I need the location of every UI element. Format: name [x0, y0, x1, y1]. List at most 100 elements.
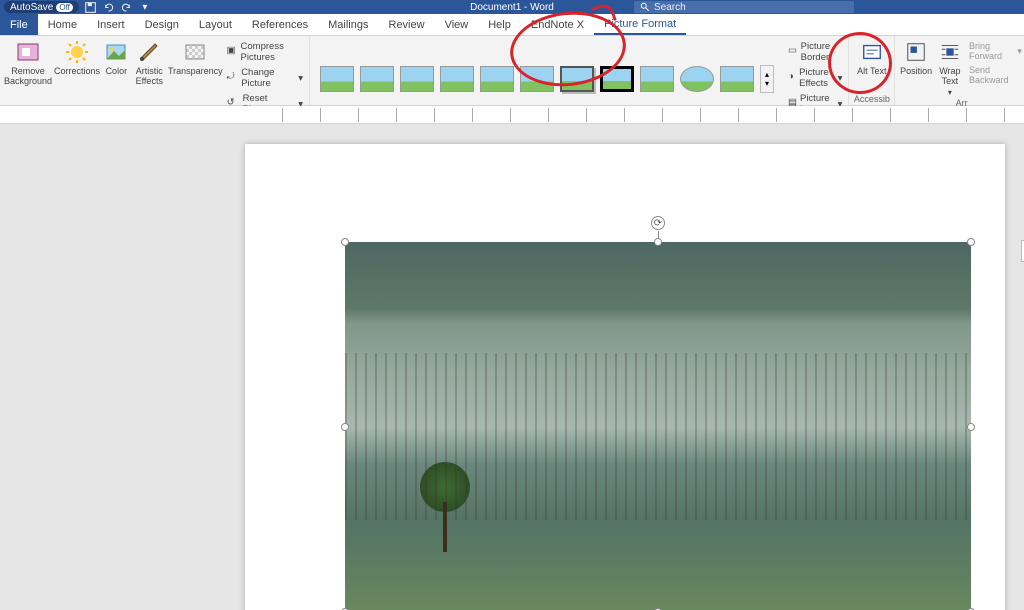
send-backward-label: Send Backward	[969, 65, 1022, 85]
artistic-effects-label: Artistic Effects	[133, 66, 166, 86]
compress-label: Compress Pictures	[241, 41, 303, 63]
wrap-text-button[interactable]: Wrap Text ▾	[935, 38, 965, 97]
compress-pictures-button[interactable]: ▣Compress Pictures	[225, 40, 305, 64]
undo-icon[interactable]	[103, 1, 115, 13]
border-icon: ▭	[788, 45, 798, 59]
remove-background-icon	[16, 40, 40, 64]
style-thumb-1[interactable]	[320, 66, 354, 92]
artistic-effects-icon	[137, 40, 161, 64]
ribbon: Remove Background Corrections Color Arti…	[0, 36, 1024, 106]
remove-background-button[interactable]: Remove Background	[4, 38, 52, 86]
group-picture-styles: ▴▾ ▭Picture Border ◑Picture Effects▾ ▤Pi…	[310, 36, 849, 105]
resize-handle-nw[interactable]	[341, 238, 349, 246]
tab-endnote[interactable]: EndNote X	[521, 14, 594, 35]
save-icon[interactable]	[85, 1, 97, 13]
tab-view[interactable]: View	[435, 14, 479, 35]
style-thumb-8[interactable]	[600, 66, 634, 92]
resize-handle-n[interactable]	[654, 238, 662, 246]
search-placeholder: Search	[654, 2, 686, 13]
style-thumb-5[interactable]	[480, 66, 514, 92]
change-picture-button[interactable]: ⤾Change Picture▾	[225, 66, 305, 90]
tab-file[interactable]: File	[0, 14, 38, 35]
style-thumb-10[interactable]	[680, 66, 714, 92]
picture-border-label: Picture Border	[801, 41, 843, 63]
autosave-state: Off	[56, 3, 73, 12]
group-arrange: Position Wrap Text▾ Bring Forward▾ Send …	[895, 36, 1024, 105]
corrections-icon	[65, 40, 89, 64]
search-box[interactable]: Search	[634, 1, 854, 13]
style-thumb-3[interactable]	[400, 66, 434, 92]
tab-home[interactable]: Home	[38, 14, 87, 35]
picture-content	[345, 242, 971, 610]
send-backward-button[interactable]: Send Backward	[967, 64, 1024, 86]
qat-dropdown-icon[interactable]: ▾	[139, 1, 151, 13]
tab-design[interactable]: Design	[135, 14, 189, 35]
position-button[interactable]: Position	[899, 38, 932, 76]
picture-styles-gallery: ▴▾	[314, 61, 780, 93]
autosave-toggle[interactable]: AutoSave Off	[4, 1, 79, 13]
bring-forward-label: Bring Forward	[969, 41, 1014, 61]
style-thumb-11[interactable]	[720, 66, 754, 92]
corrections-button[interactable]: Corrections	[54, 38, 100, 76]
ribbon-tabs: File Home Insert Design Layout Reference…	[0, 14, 1024, 36]
tab-picture-format[interactable]: Picture Format	[594, 14, 686, 35]
position-label: Position	[900, 66, 932, 76]
page[interactable]: ⟳	[245, 144, 1005, 610]
horizontal-ruler[interactable]	[245, 108, 1024, 122]
resize-handle-ne[interactable]	[967, 238, 975, 246]
chevron-down-icon: ▾	[838, 73, 843, 84]
bring-forward-button[interactable]: Bring Forward▾	[967, 40, 1024, 62]
title-bar: AutoSave Off ▾ Document1 - Word Search	[0, 0, 1024, 14]
corrections-label: Corrections	[54, 66, 100, 76]
picture-effects-label: Picture Effects	[799, 67, 834, 89]
group-label-access: Accessib	[853, 93, 890, 105]
change-picture-label: Change Picture	[241, 67, 295, 89]
chevron-down-icon: ▾	[1017, 46, 1022, 57]
group-accessibility: Alt Text Accessib	[849, 36, 895, 105]
wrap-text-icon	[938, 40, 962, 64]
gallery-more-button[interactable]: ▴▾	[760, 65, 774, 93]
effects-icon: ◑	[788, 71, 796, 85]
style-thumb-4[interactable]	[440, 66, 474, 92]
chevron-down-icon: ▾	[298, 73, 303, 84]
transparency-button[interactable]: Transparency	[168, 38, 223, 76]
tab-insert[interactable]: Insert	[87, 14, 135, 35]
tab-layout[interactable]: Layout	[189, 14, 242, 35]
artistic-effects-button[interactable]: Artistic Effects	[133, 38, 166, 86]
document-area: ⟳	[0, 124, 1024, 610]
rotate-handle[interactable]: ⟳	[651, 216, 665, 230]
redo-icon[interactable]	[121, 1, 133, 13]
color-button[interactable]: Color	[102, 38, 131, 76]
alt-text-icon	[860, 40, 884, 64]
transparency-label: Transparency	[168, 66, 223, 76]
tab-references[interactable]: References	[242, 14, 318, 35]
transparency-icon	[183, 40, 207, 64]
chevron-down-icon: ▾	[948, 88, 952, 97]
position-icon	[904, 40, 928, 64]
alt-text-button[interactable]: Alt Text	[853, 38, 890, 76]
picture-border-button[interactable]: ▭Picture Border	[786, 40, 844, 64]
group-adjust: Remove Background Corrections Color Arti…	[0, 36, 310, 105]
search-icon	[640, 2, 650, 12]
alt-text-label: Alt Text	[857, 66, 886, 76]
resize-handle-e[interactable]	[967, 423, 975, 431]
tree-graphic	[415, 462, 475, 552]
selected-image[interactable]: ⟳	[345, 242, 971, 610]
change-picture-icon: ⤾	[227, 71, 239, 85]
style-thumb-6[interactable]	[520, 66, 554, 92]
ruler-area	[0, 106, 1024, 124]
tab-review[interactable]: Review	[379, 14, 435, 35]
resize-handle-w[interactable]	[341, 423, 349, 431]
tab-mailings[interactable]: Mailings	[318, 14, 378, 35]
autosave-label: AutoSave	[10, 2, 53, 13]
style-thumb-9[interactable]	[640, 66, 674, 92]
wrap-text-label: Wrap Text	[935, 66, 965, 86]
style-thumb-2[interactable]	[360, 66, 394, 92]
remove-background-label: Remove Background	[4, 66, 52, 86]
picture-effects-button[interactable]: ◑Picture Effects ▾	[786, 66, 844, 90]
style-thumb-7[interactable]	[560, 66, 594, 92]
tab-help[interactable]: Help	[478, 14, 521, 35]
document-title: Document1 - Word	[470, 2, 554, 13]
color-label: Color	[106, 66, 128, 76]
color-icon	[104, 40, 128, 64]
